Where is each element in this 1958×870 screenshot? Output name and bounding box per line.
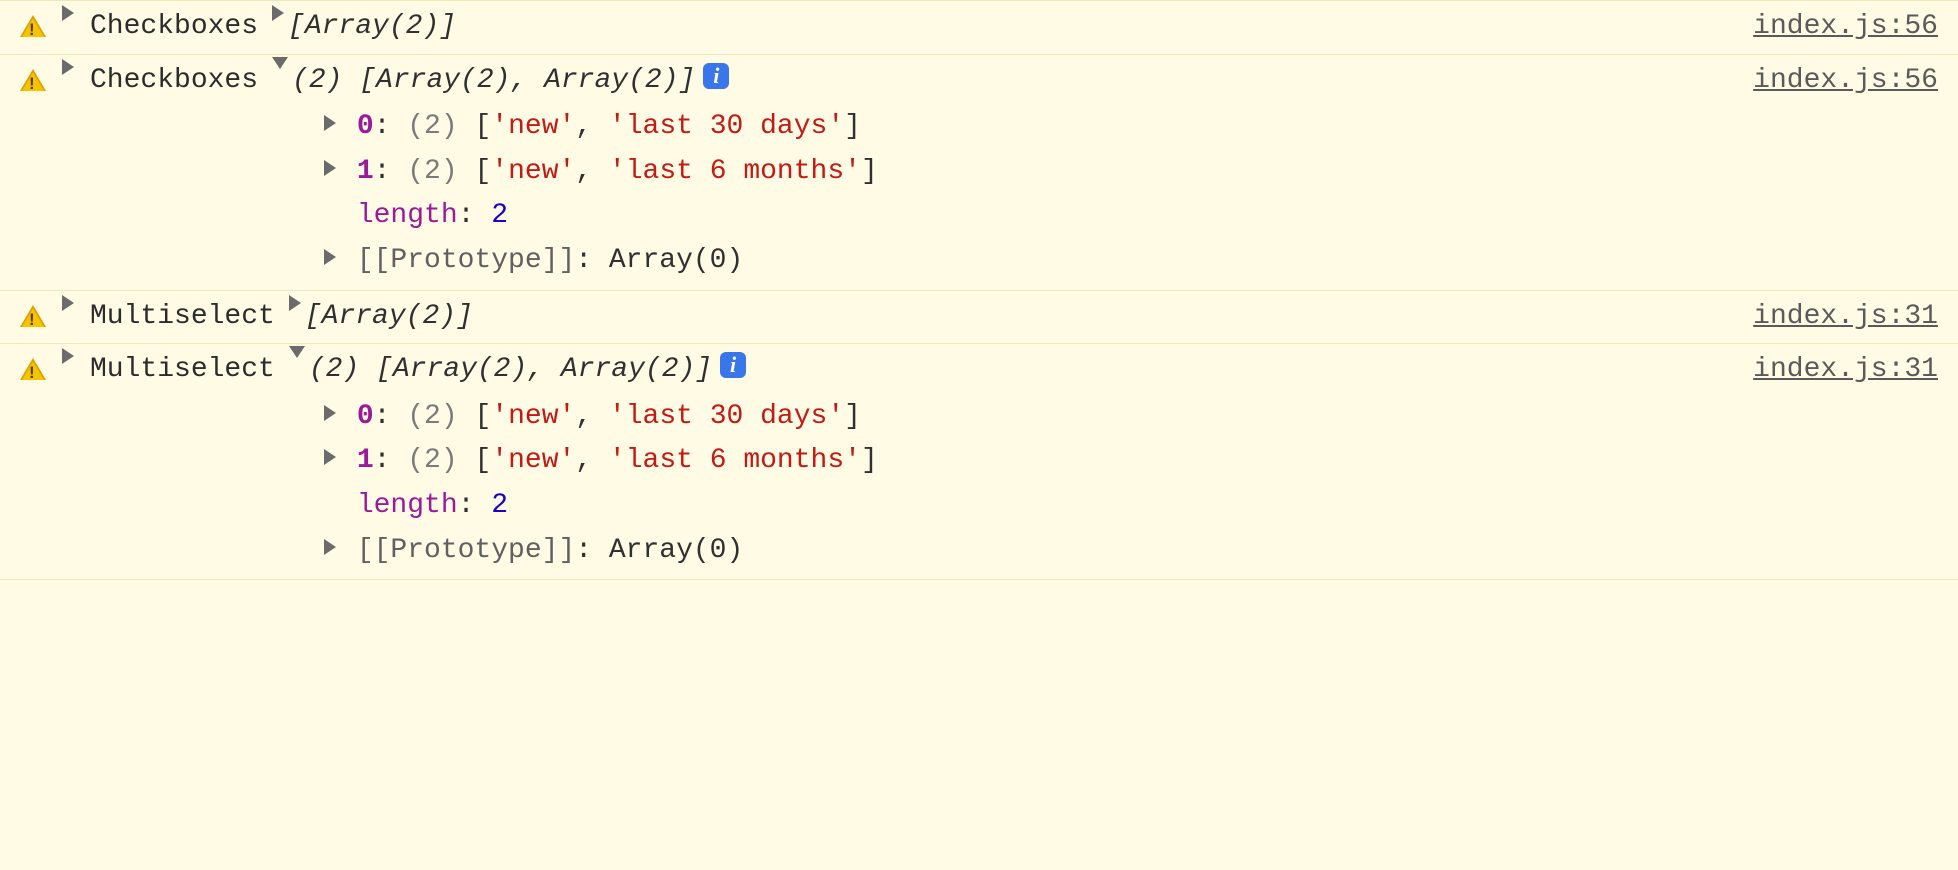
console-row: Checkboxes [Array(2)] index.js:56 xyxy=(0,0,1958,55)
expand-object-icon[interactable] xyxy=(272,5,284,21)
log-label: Checkboxes xyxy=(90,7,258,48)
array-preview[interactable]: [Array(2)] xyxy=(288,7,456,48)
object-children: 0: (2) ['new', 'last 30 days'] 1: (2) ['… xyxy=(324,105,1938,283)
warning-icon xyxy=(20,15,46,37)
expand-object-icon[interactable] xyxy=(289,295,301,311)
source-link[interactable]: index.js:56 xyxy=(1753,61,1938,102)
array-preview[interactable]: [Array(2)] xyxy=(305,297,473,338)
expand-icon[interactable] xyxy=(62,5,74,21)
warning-icon xyxy=(20,69,46,91)
expand-icon[interactable] xyxy=(324,539,336,555)
source-link[interactable]: index.js:31 xyxy=(1753,350,1938,391)
console-row: Multiselect [Array(2)] index.js:31 xyxy=(0,291,1958,345)
object-children: 0: (2) ['new', 'last 30 days'] 1: (2) ['… xyxy=(324,395,1938,573)
log-label: Checkboxes xyxy=(90,61,258,102)
array-preview[interactable]: (2) [Array(2), Array(2)] xyxy=(309,350,712,391)
console-row: Multiselect (2) [Array(2), Array(2)] i i… xyxy=(0,344,1958,580)
info-icon[interactable]: i xyxy=(720,352,746,378)
expand-icon[interactable] xyxy=(324,405,336,421)
expand-icon[interactable] xyxy=(62,348,74,364)
log-label: Multiselect xyxy=(90,297,275,338)
length-property: length: 2 xyxy=(324,194,1938,239)
expand-icon[interactable] xyxy=(324,115,336,131)
source-link[interactable]: index.js:56 xyxy=(1753,7,1938,48)
warning-icon xyxy=(20,305,46,327)
array-item[interactable]: 0: (2) ['new', 'last 30 days'] xyxy=(324,395,1938,440)
console-row: Checkboxes (2) [Array(2), Array(2)] i in… xyxy=(0,55,1958,291)
info-icon[interactable]: i xyxy=(703,63,729,89)
length-property: length: 2 xyxy=(324,484,1938,529)
source-link[interactable]: index.js:31 xyxy=(1753,297,1938,338)
collapse-object-icon[interactable] xyxy=(289,346,305,358)
array-preview[interactable]: (2) [Array(2), Array(2)] xyxy=(292,61,695,102)
array-item[interactable]: 1: (2) ['new', 'last 6 months'] xyxy=(324,150,1938,195)
expand-icon[interactable] xyxy=(324,449,336,465)
array-item[interactable]: 0: (2) ['new', 'last 30 days'] xyxy=(324,105,1938,150)
expand-icon[interactable] xyxy=(62,295,74,311)
expand-icon[interactable] xyxy=(324,160,336,176)
prototype-property[interactable]: [[Prototype]]: Array(0) xyxy=(324,239,1938,284)
array-item[interactable]: 1: (2) ['new', 'last 6 months'] xyxy=(324,439,1938,484)
prototype-property[interactable]: [[Prototype]]: Array(0) xyxy=(324,529,1938,574)
expand-icon[interactable] xyxy=(324,249,336,265)
log-label: Multiselect xyxy=(90,350,275,391)
warning-icon xyxy=(20,358,46,380)
expand-icon[interactable] xyxy=(62,59,74,75)
collapse-object-icon[interactable] xyxy=(272,57,288,69)
